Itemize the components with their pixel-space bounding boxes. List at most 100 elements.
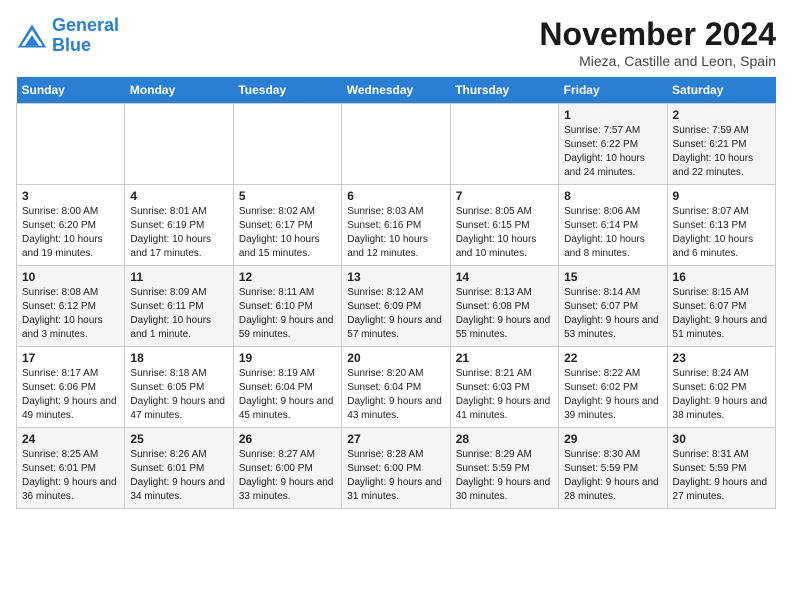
calendar-cell: 16 Sunrise: 8:15 AM Sunset: 6:07 PM Dayli… (667, 266, 775, 347)
day-number: 8 (564, 189, 661, 203)
month-title: November 2024 (539, 16, 776, 53)
day-number: 19 (239, 351, 336, 365)
day-number: 24 (22, 432, 119, 446)
day-number: 28 (456, 432, 553, 446)
calendar-cell: 20 Sunrise: 8:20 AM Sunset: 6:04 PM Dayli… (342, 347, 450, 428)
day-number: 6 (347, 189, 444, 203)
day-info: Sunrise: 7:59 AM Sunset: 6:21 PM Dayligh… (673, 124, 770, 180)
location-subtitle: Mieza, Castille and Leon, Spain (539, 53, 776, 69)
calendar-cell: 3Sunrise: 8:00 AM Sunset: 6:20 PM Daylig… (17, 185, 125, 266)
calendar-cell: 6 Sunrise: 8:03 AM Sunset: 6:16 PM Daylig… (342, 185, 450, 266)
day-number: 10 (22, 270, 119, 284)
day-number: 29 (564, 432, 661, 446)
day-info: Sunrise: 8:29 AM Sunset: 5:59 PM Dayligh… (456, 448, 553, 504)
calendar-cell: 2 Sunrise: 7:59 AM Sunset: 6:21 PM Daylig… (667, 104, 775, 185)
day-info: Sunrise: 8:26 AM Sunset: 6:01 PM Dayligh… (130, 448, 227, 504)
calendar-cell: 25Sunrise: 8:26 AM Sunset: 6:01 PM Dayli… (125, 428, 233, 509)
day-number: 4 (130, 189, 227, 203)
calendar-cell: 19 Sunrise: 8:19 AM Sunset: 6:04 PM Dayli… (233, 347, 341, 428)
calendar-cell: 14 Sunrise: 8:13 AM Sunset: 6:08 PM Dayli… (450, 266, 558, 347)
day-info: Sunrise: 8:11 AM Sunset: 6:10 PM Dayligh… (239, 286, 336, 342)
day-info: Sunrise: 8:14 AM Sunset: 6:07 PM Dayligh… (564, 286, 661, 342)
day-number: 20 (347, 351, 444, 365)
calendar-cell: 27 Sunrise: 8:28 AM Sunset: 6:00 PM Dayli… (342, 428, 450, 509)
day-info: Sunrise: 8:05 AM Sunset: 6:15 PM Dayligh… (456, 205, 553, 261)
weekday-header: Friday (559, 77, 667, 104)
weekday-header: Wednesday (342, 77, 450, 104)
day-info: Sunrise: 8:15 AM Sunset: 6:07 PM Dayligh… (673, 286, 770, 342)
day-number: 13 (347, 270, 444, 284)
day-info: Sunrise: 8:24 AM Sunset: 6:02 PM Dayligh… (673, 367, 770, 423)
day-info: Sunrise: 8:09 AM Sunset: 6:11 PM Dayligh… (130, 286, 227, 342)
day-info: Sunrise: 8:18 AM Sunset: 6:05 PM Dayligh… (130, 367, 227, 423)
calendar-cell: 22 Sunrise: 8:22 AM Sunset: 6:02 PM Dayli… (559, 347, 667, 428)
calendar-cell: 5Sunrise: 8:02 AM Sunset: 6:17 PM Daylig… (233, 185, 341, 266)
calendar-cell: 4Sunrise: 8:01 AM Sunset: 6:19 PM Daylig… (125, 185, 233, 266)
day-number: 1 (564, 108, 661, 122)
calendar-cell: 13 Sunrise: 8:12 AM Sunset: 6:09 PM Dayli… (342, 266, 450, 347)
day-info: Sunrise: 8:13 AM Sunset: 6:08 PM Dayligh… (456, 286, 553, 342)
calendar-cell: 12Sunrise: 8:11 AM Sunset: 6:10 PM Dayli… (233, 266, 341, 347)
calendar-cell: 23Sunrise: 8:24 AM Sunset: 6:02 PM Dayli… (667, 347, 775, 428)
calendar-table: SundayMondayTuesdayWednesdayThursdayFrid… (16, 77, 776, 509)
calendar-cell: 30Sunrise: 8:31 AM Sunset: 5:59 PM Dayli… (667, 428, 775, 509)
page-header: General Blue November 2024 Mieza, Castil… (16, 16, 776, 69)
calendar-cell: 11Sunrise: 8:09 AM Sunset: 6:11 PM Dayli… (125, 266, 233, 347)
logo-text: General Blue (52, 16, 119, 56)
calendar-cell: 28 Sunrise: 8:29 AM Sunset: 5:59 PM Dayli… (450, 428, 558, 509)
day-info: Sunrise: 7:57 AM Sunset: 6:22 PM Dayligh… (564, 124, 661, 180)
day-info: Sunrise: 8:21 AM Sunset: 6:03 PM Dayligh… (456, 367, 553, 423)
day-info: Sunrise: 8:28 AM Sunset: 6:00 PM Dayligh… (347, 448, 444, 504)
day-number: 21 (456, 351, 553, 365)
calendar-cell: 24 Sunrise: 8:25 AM Sunset: 6:01 PM Dayli… (17, 428, 125, 509)
day-number: 22 (564, 351, 661, 365)
day-number: 16 (673, 270, 770, 284)
day-number: 9 (673, 189, 770, 203)
day-info: Sunrise: 8:07 AM Sunset: 6:13 PM Dayligh… (673, 205, 770, 261)
calendar-cell (17, 104, 125, 185)
day-info: Sunrise: 8:31 AM Sunset: 5:59 PM Dayligh… (673, 448, 770, 504)
calendar-week-row: 3Sunrise: 8:00 AM Sunset: 6:20 PM Daylig… (17, 185, 776, 266)
calendar-cell: 7 Sunrise: 8:05 AM Sunset: 6:15 PM Daylig… (450, 185, 558, 266)
day-info: Sunrise: 8:22 AM Sunset: 6:02 PM Dayligh… (564, 367, 661, 423)
day-info: Sunrise: 8:30 AM Sunset: 5:59 PM Dayligh… (564, 448, 661, 504)
day-info: Sunrise: 8:03 AM Sunset: 6:16 PM Dayligh… (347, 205, 444, 261)
day-number: 7 (456, 189, 553, 203)
day-info: Sunrise: 8:20 AM Sunset: 6:04 PM Dayligh… (347, 367, 444, 423)
calendar-cell (233, 104, 341, 185)
calendar-cell: 15Sunrise: 8:14 AM Sunset: 6:07 PM Dayli… (559, 266, 667, 347)
day-info: Sunrise: 8:08 AM Sunset: 6:12 PM Dayligh… (22, 286, 119, 342)
weekday-header-row: SundayMondayTuesdayWednesdayThursdayFrid… (17, 77, 776, 104)
weekday-header: Saturday (667, 77, 775, 104)
calendar-cell: 29 Sunrise: 8:30 AM Sunset: 5:59 PM Dayli… (559, 428, 667, 509)
day-number: 5 (239, 189, 336, 203)
calendar-cell: 1 Sunrise: 7:57 AM Sunset: 6:22 PM Daylig… (559, 104, 667, 185)
calendar-cell (342, 104, 450, 185)
day-info: Sunrise: 8:12 AM Sunset: 6:09 PM Dayligh… (347, 286, 444, 342)
calendar-cell: 18Sunrise: 8:18 AM Sunset: 6:05 PM Dayli… (125, 347, 233, 428)
calendar-cell (450, 104, 558, 185)
day-number: 2 (673, 108, 770, 122)
day-info: Sunrise: 8:25 AM Sunset: 6:01 PM Dayligh… (22, 448, 119, 504)
calendar-week-row: 17 Sunrise: 8:17 AM Sunset: 6:06 PM Dayli… (17, 347, 776, 428)
weekday-header: Monday (125, 77, 233, 104)
calendar-cell: 17 Sunrise: 8:17 AM Sunset: 6:06 PM Dayli… (17, 347, 125, 428)
day-number: 14 (456, 270, 553, 284)
day-number: 26 (239, 432, 336, 446)
day-number: 27 (347, 432, 444, 446)
weekday-header: Tuesday (233, 77, 341, 104)
day-info: Sunrise: 8:17 AM Sunset: 6:06 PM Dayligh… (22, 367, 119, 423)
day-info: Sunrise: 8:06 AM Sunset: 6:14 PM Dayligh… (564, 205, 661, 261)
calendar-week-row: 24 Sunrise: 8:25 AM Sunset: 6:01 PM Dayli… (17, 428, 776, 509)
weekday-header: Sunday (17, 77, 125, 104)
calendar-cell: 26 Sunrise: 8:27 AM Sunset: 6:00 PM Dayli… (233, 428, 341, 509)
day-info: Sunrise: 8:27 AM Sunset: 6:00 PM Dayligh… (239, 448, 336, 504)
weekday-header: Thursday (450, 77, 558, 104)
day-number: 3 (22, 189, 119, 203)
calendar-cell: 8 Sunrise: 8:06 AM Sunset: 6:14 PM Daylig… (559, 185, 667, 266)
calendar-week-row: 10 Sunrise: 8:08 AM Sunset: 6:12 PM Dayli… (17, 266, 776, 347)
day-info: Sunrise: 8:19 AM Sunset: 6:04 PM Dayligh… (239, 367, 336, 423)
calendar-cell (125, 104, 233, 185)
day-number: 17 (22, 351, 119, 365)
title-block: November 2024 Mieza, Castille and Leon, … (539, 16, 776, 69)
